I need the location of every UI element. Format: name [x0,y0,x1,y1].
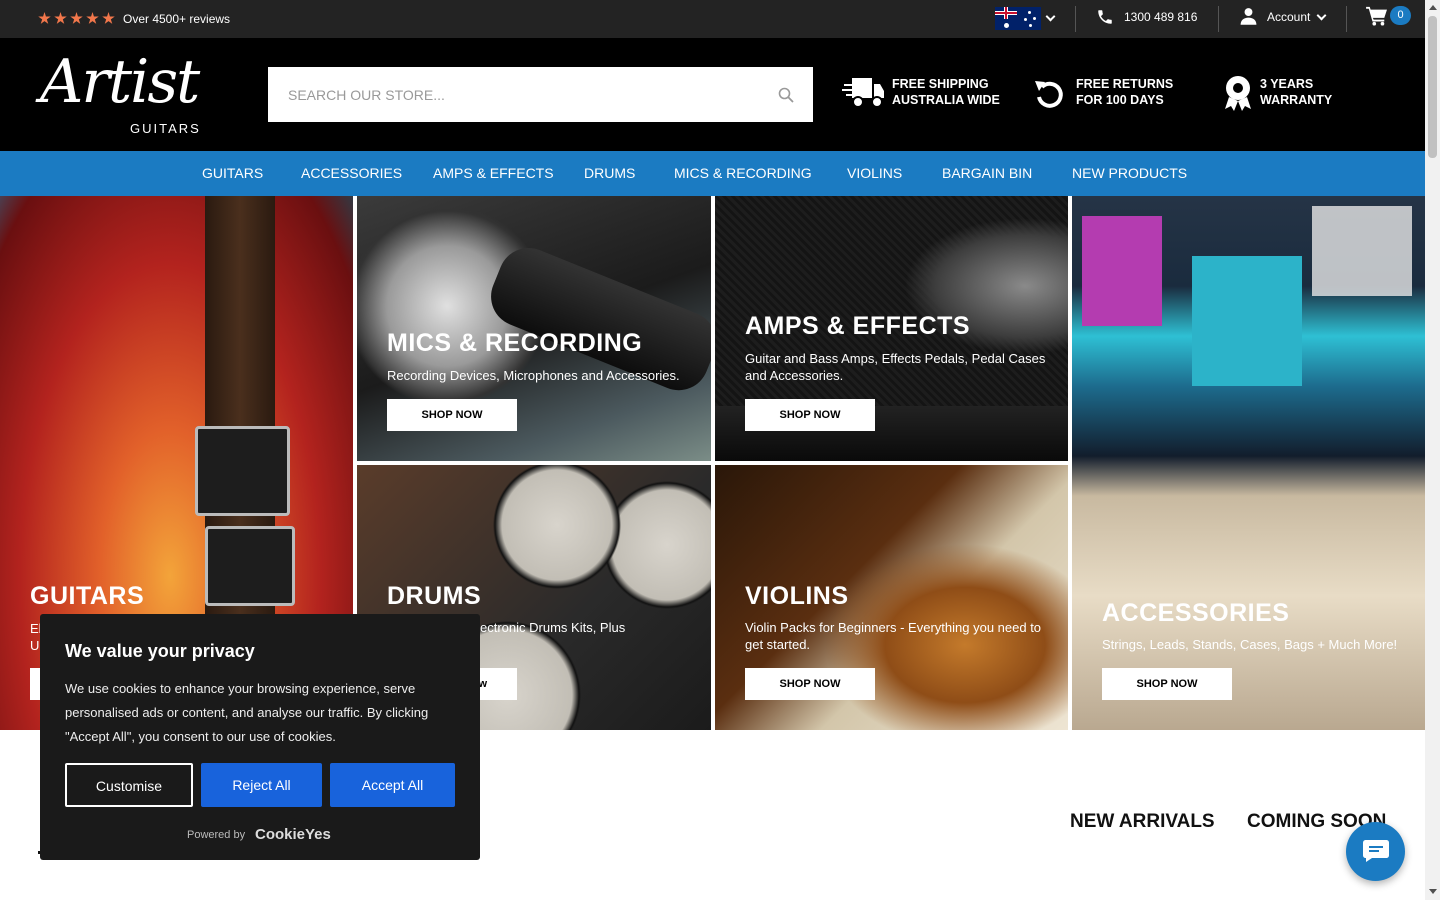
search-input[interactable] [268,67,758,122]
star-icon [70,12,83,24]
user-icon[interactable] [1239,6,1258,26]
cookieyes-logo[interactable]: CookieYes [255,826,331,843]
nav-drums[interactable]: DRUMS [584,165,635,181]
tile-mics-desc: Recording Devices, Microphones and Acces… [387,368,680,383]
tile-drums-desc: ectronic Drums Kits, Plus [480,620,626,635]
tile-accessories-shop-button[interactable]: SHOP NOW [1102,668,1232,700]
truck-icon [842,78,884,108]
cookie-accept-button[interactable]: Accept All [330,763,455,807]
logo-subtitle: GUITARS [130,121,201,136]
page: Over 4500+ reviews 1300 489 816 Account … [0,0,1440,900]
rating-stars [38,12,115,25]
cookie-reject-button[interactable]: Reject All [201,763,322,807]
divider [1218,6,1219,32]
phone-number-link[interactable]: 1300 489 816 [1124,10,1197,24]
nav-violins[interactable]: VIOLINS [847,165,902,181]
account-menu[interactable]: Account [1267,10,1310,24]
return-icon [1035,81,1063,108]
nav-accessories[interactable]: ACCESSORIES [301,165,402,181]
usp-shipping: FREE SHIPPING AUSTRALIA WIDE [892,77,1000,107]
tile-violins-shop-button[interactable]: SHOP NOW [745,668,875,700]
tile-violins-title: VIOLINS [745,582,849,610]
tile-mics-title: MICS & RECORDING [387,329,643,357]
cart-count-badge[interactable]: 0 [1390,6,1411,25]
tile-accessories-desc: Strings, Leads, Stands, Cases, Bags + Mu… [1102,637,1398,652]
nav-amps-effects[interactable]: AMPS & EFFECTS [433,165,554,181]
chat-launcher-button[interactable] [1346,822,1405,881]
tile-accessories[interactable]: ACCESSORIES Strings, Leads, Stands, Case… [1072,196,1425,730]
artist-guitars-logo[interactable]: Artist GUITARS [36,47,226,137]
scroll-up-arrow[interactable] [1429,5,1437,10]
star-icon [38,12,51,24]
tile-guitars-title: GUITARS [30,582,145,610]
usp-returns: FREE RETURNS FOR 100 DAYS [1076,77,1174,107]
tile-amps-title: AMPS & EFFECTS [745,312,971,340]
nav-mics-recording[interactable]: MICS & RECORDING [674,165,812,181]
cookie-powered-by: Powered by [187,829,246,841]
divider [1346,6,1347,32]
cookie-customise-button[interactable]: Customise [65,763,193,807]
star-icon [54,12,67,24]
reviews-link[interactable]: Over 4500+ reviews [123,12,230,26]
tile-amps-desc: Guitar and Bass Amps, Effects Pedals, Pe… [745,351,1046,383]
scroll-down-arrow[interactable] [1429,889,1437,894]
australia-flag-icon[interactable] [995,7,1041,30]
cookie-consent-banner: We value your privacy We use cookies to … [40,614,480,860]
nav-new-products[interactable]: NEW PRODUCTS [1072,165,1187,181]
tile-amps-effects[interactable]: AMPS & EFFECTS Guitar and Bass Amps, Eff… [715,196,1068,461]
tile-guitars-desc-line2: U [30,638,40,653]
cookie-title: We value your privacy [65,641,255,661]
chevron-down-icon[interactable] [1045,11,1056,22]
nav-bargain-bin[interactable]: BARGAIN BIN [942,165,1032,181]
site-header: Artist GUITARS FREE SHIPPING AUSTRALIA W… [0,38,1425,151]
star-icon [86,12,99,24]
cookie-body: We use cookies to enhance your browsing … [65,681,429,744]
award-icon [1225,76,1251,111]
tile-mics-recording[interactable]: MICS & RECORDING Recording Devices, Micr… [357,196,711,461]
tile-drums-title: DRUMS [387,582,482,610]
search-box [268,67,813,122]
tile-amps-shop-button[interactable]: SHOP NOW [745,399,875,431]
tile-violins[interactable]: VIOLINS Violin Packs for Beginners - Eve… [715,465,1068,730]
tile-violins-desc: Violin Packs for Beginners - Everything … [745,620,1042,652]
phone-icon [1098,10,1112,24]
nav-guitars[interactable]: GUITARS [202,165,263,181]
main-nav: GUITARS ACCESSORIES AMPS & EFFECTS DRUMS… [0,151,1425,196]
logo-script: Artist [40,47,200,117]
chat-icon [1363,840,1389,862]
tile-accessories-title: ACCESSORIES [1102,599,1290,627]
divider [1075,6,1076,32]
top-bar: Over 4500+ reviews 1300 489 816 Account … [0,0,1425,38]
tile-mics-shop-button[interactable]: SHOP NOW [387,399,517,431]
chevron-down-icon[interactable] [1316,10,1327,21]
cart-icon[interactable] [1366,6,1388,26]
page-scrollbar[interactable] [1425,0,1440,900]
search-icon[interactable] [778,87,794,103]
star-icon [102,12,115,24]
scrollbar-thumb[interactable] [1428,16,1437,158]
tab-new-arrivals[interactable]: NEW ARRIVALS [1070,811,1215,833]
usp-warranty: 3 YEARS WARRANTY [1260,77,1333,107]
